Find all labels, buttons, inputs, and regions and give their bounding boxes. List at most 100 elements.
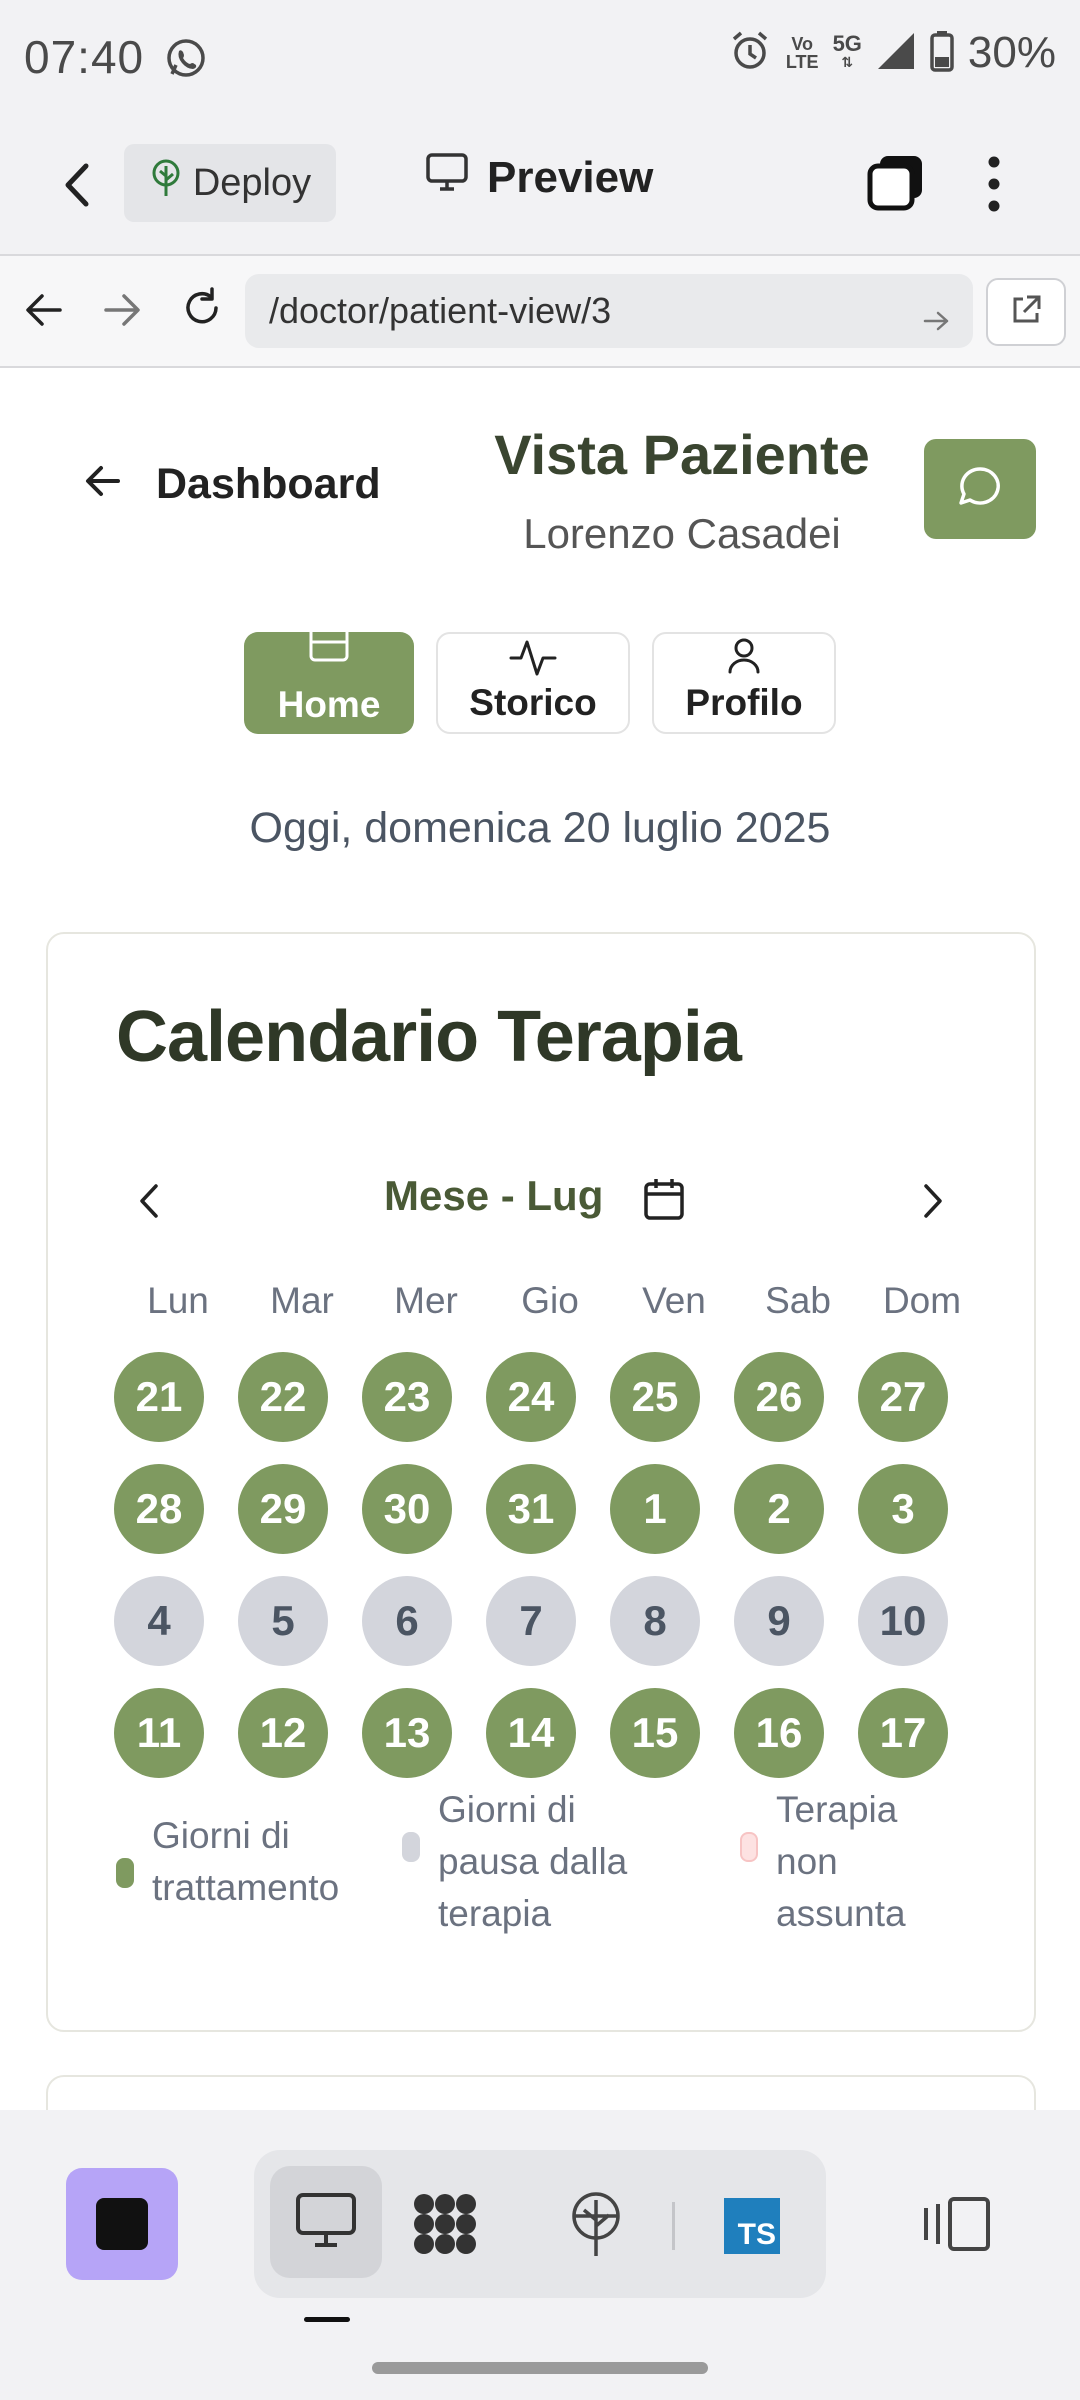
calendar-day-grid: 21 22 23 24 25 26 27 28 29 30 31 1 2 3 4 5 6 7 8 9 10 11 12 13 1… (114, 1352, 982, 1800)
reload-icon[interactable] (180, 286, 224, 335)
calendar-day-treatment[interactable]: 25 (610, 1352, 700, 1442)
legend-text: trattamento (152, 1867, 340, 1908)
sidebar-toggle-icon[interactable] (922, 2196, 992, 2257)
calendar-day-treatment[interactable]: 26 (734, 1352, 824, 1442)
more-vertical-icon[interactable] (982, 152, 1006, 221)
desktop-view-button[interactable] (270, 2166, 382, 2278)
prev-month-icon[interactable] (136, 1182, 162, 1225)
calendar-day-treatment[interactable]: 15 (610, 1688, 700, 1778)
calendar-day-treatment[interactable]: 1 (610, 1464, 700, 1554)
calendar-day-treatment[interactable]: 30 (362, 1464, 452, 1554)
calendar-day-pause[interactable]: 10 (858, 1576, 948, 1666)
battery-icon (930, 30, 954, 77)
browser-bar: /doctor/patient-view/3 (0, 256, 1080, 368)
calendar-day-cell: 22 (238, 1352, 362, 1464)
calendar-day-treatment[interactable]: 31 (486, 1464, 576, 1554)
alarm-icon (728, 29, 772, 78)
calendar-day-cell: 26 (734, 1352, 858, 1464)
tab-home-label: Home (277, 684, 381, 725)
calendar-day-cell: 5 (238, 1576, 362, 1688)
tab-storico[interactable]: Storico (436, 632, 630, 734)
calendar-day-pause[interactable]: 9 (734, 1576, 824, 1666)
calendar-day-cell: 15 (610, 1688, 734, 1800)
calendar-day-cell: 4 (114, 1576, 238, 1688)
weekday-header: Lun Mar Mer Gio Ven Sab Dom (116, 1280, 984, 1322)
weekday-label: Sab (765, 1280, 831, 1321)
month-label[interactable]: Mese - Lug (384, 1172, 603, 1220)
external-link-icon (1009, 293, 1043, 332)
message-circle-icon (957, 464, 1003, 515)
calendar-day-cell: 24 (486, 1352, 610, 1464)
next-month-icon[interactable] (920, 1182, 946, 1225)
status-bar: 07:40 Vo LTE 5G ⇅ 30% (0, 0, 1080, 112)
calendar-day-pause[interactable]: 5 (238, 1576, 328, 1666)
stop-button[interactable] (66, 2168, 178, 2280)
weekday-label: Gio (521, 1280, 579, 1321)
calendar-day-treatment[interactable]: 21 (114, 1352, 204, 1442)
calendar-day-treatment[interactable]: 24 (486, 1352, 576, 1442)
calendar-day-pause[interactable]: 7 (486, 1576, 576, 1666)
volte-indicator: Vo LTE (785, 34, 819, 72)
calendar-picker-icon[interactable] (642, 1176, 686, 1227)
tab-home[interactable]: Home (244, 632, 414, 734)
calendar-day-treatment[interactable]: 3 (858, 1464, 948, 1554)
legend-text: Terapia (776, 1789, 898, 1830)
typescript-icon[interactable]: TS (724, 2198, 780, 2254)
calendar-day-treatment[interactable]: 11 (114, 1688, 204, 1778)
calendar-day-treatment[interactable]: 29 (238, 1464, 328, 1554)
user-icon (724, 634, 764, 689)
open-external-button[interactable] (986, 278, 1066, 346)
legend-text: Giorni di (438, 1789, 576, 1830)
calendar-day-treatment[interactable]: 22 (238, 1352, 328, 1442)
tab-profilo[interactable]: Profilo (652, 632, 836, 734)
weekday-label: Ven (642, 1280, 706, 1321)
url-text: /doctor/patient-view/3 (269, 290, 612, 331)
signal-icon (876, 31, 916, 76)
tabs-switcher-icon[interactable] (866, 152, 926, 217)
status-icons: Vo LTE 5G ⇅ 30% (728, 28, 1056, 78)
browser-forward-icon[interactable] (102, 292, 142, 333)
preview-tab[interactable]: Preview (425, 152, 653, 203)
deploy-button[interactable]: Deploy (124, 144, 336, 222)
calendar-day-cell: 25 (610, 1352, 734, 1464)
calendar-day-cell: 7 (486, 1576, 610, 1688)
calendar-day-treatment[interactable]: 17 (858, 1688, 948, 1778)
calendar-day-treatment[interactable]: 23 (362, 1352, 452, 1442)
calendar-day-cell: 6 (362, 1576, 486, 1688)
calendar-day-treatment[interactable]: 13 (362, 1688, 452, 1778)
deploy-tree-icon[interactable] (566, 2190, 626, 2263)
calendar-day-cell: 28 (114, 1464, 238, 1576)
calendar-day-pause[interactable]: 6 (362, 1576, 452, 1666)
browser-back-icon[interactable] (24, 292, 64, 333)
calendar-day-cell: 27 (858, 1352, 982, 1464)
calendar-day-treatment[interactable]: 27 (858, 1352, 948, 1442)
today-date: Oggi, domenica 20 luglio 2025 (249, 804, 831, 852)
calendar-day-treatment[interactable]: 28 (114, 1464, 204, 1554)
calendar-day-cell: 2 (734, 1464, 858, 1576)
url-input[interactable]: /doctor/patient-view/3 (245, 274, 973, 348)
legend-text: non (776, 1841, 838, 1882)
weekday-label: Mar (270, 1280, 334, 1321)
back-arrow-icon[interactable] (58, 162, 98, 213)
calendar-day-pause[interactable]: 4 (114, 1576, 204, 1666)
whatsapp-icon (164, 36, 208, 85)
legend-text: Giorni di (152, 1815, 290, 1856)
arrow-left-icon (84, 460, 122, 509)
legend-swatch-treatment (116, 1858, 134, 1888)
calendar-day-treatment[interactable]: 16 (734, 1688, 824, 1778)
calendar-day-cell: 29 (238, 1464, 362, 1576)
battery-level: 30% (967, 28, 1056, 77)
calendar-day-cell: 8 (610, 1576, 734, 1688)
pattern-grid-icon[interactable] (410, 2192, 480, 2261)
calendar-day-treatment[interactable]: 14 (486, 1688, 576, 1778)
calendar-day-cell: 31 (486, 1464, 610, 1576)
home-indicator[interactable] (372, 2362, 708, 2374)
calendar-day-treatment[interactable]: 12 (238, 1688, 328, 1778)
chat-button[interactable] (924, 439, 1036, 539)
calendar-day-cell: 23 (362, 1352, 486, 1464)
calendar-day-pause[interactable]: 8 (610, 1576, 700, 1666)
dashboard-back-link[interactable]: Dashboard (84, 460, 381, 509)
calendar-day-treatment[interactable]: 2 (734, 1464, 824, 1554)
go-arrow-icon[interactable] (923, 300, 951, 342)
status-time: 07:40 (24, 31, 145, 83)
